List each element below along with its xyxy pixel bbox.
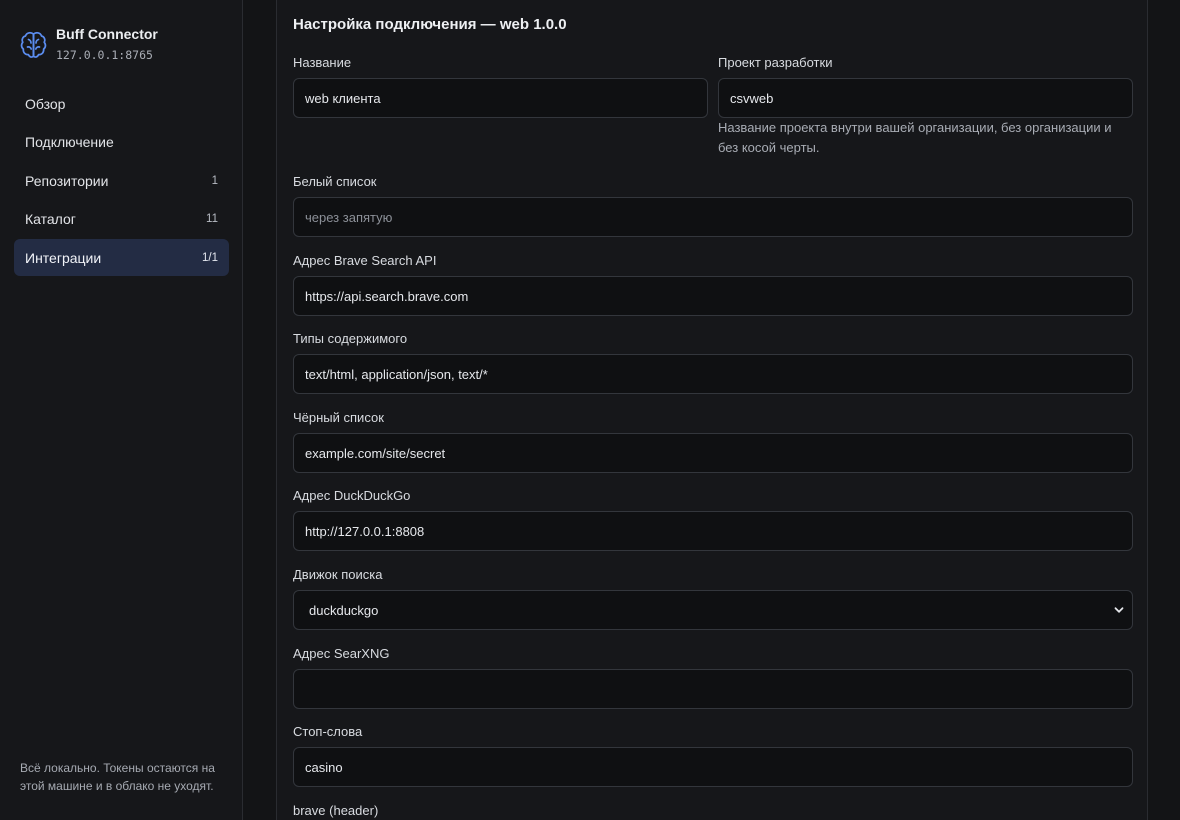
sidebar-item-catalog[interactable]: Каталог 11 bbox=[14, 201, 229, 238]
sidebar-item-label: Репозитории bbox=[25, 172, 109, 189]
app-window: Buff Connector 127.0.0.1:8765 Обзор Подк… bbox=[0, 0, 1180, 820]
ddg-url-label: Адрес DuckDuckGo bbox=[293, 488, 411, 503]
brand: Buff Connector 127.0.0.1:8765 bbox=[20, 26, 158, 62]
sidebar-item-integrations[interactable]: Интеграции 1/1 bbox=[14, 239, 229, 276]
card-title: Настройка подключения — web 1.0.0 bbox=[293, 16, 567, 33]
sidebar-item-count: 1/1 bbox=[202, 251, 218, 264]
stopwords-value: casino bbox=[305, 759, 343, 775]
searxng-url-label: Адрес SearXNG bbox=[293, 646, 390, 661]
whitelist-label: Белый список bbox=[293, 174, 377, 189]
search-engine-select[interactable]: duckduckgo bbox=[293, 590, 1133, 630]
name-input[interactable]: web клиента bbox=[293, 78, 708, 118]
brain-logo-icon bbox=[20, 31, 47, 58]
main-content: Настройка подключения — web 1.0.0 Назван… bbox=[244, 0, 1180, 820]
sidebar-nav: Обзор Подключение Репозитории 1 Каталог … bbox=[14, 85, 229, 278]
blacklist-input[interactable]: example.com/site/secret bbox=[293, 433, 1133, 473]
project-label: Проект разработки bbox=[718, 55, 833, 70]
sidebar-item-repositories[interactable]: Репозитории 1 bbox=[14, 162, 229, 199]
stopwords-label: Стоп-слова bbox=[293, 724, 363, 739]
stopwords-input[interactable]: casino bbox=[293, 747, 1133, 787]
project-input[interactable]: csvweb bbox=[718, 78, 1133, 118]
sidebar-item-count: 1 bbox=[211, 174, 218, 187]
content-types-value: text/html, application/json, text/* bbox=[305, 366, 488, 382]
name-label: Название bbox=[293, 55, 352, 70]
privacy-note: Всё локально. Токены остаются на этой ма… bbox=[20, 761, 215, 793]
brave-url-input[interactable]: https://api.search.brave.com bbox=[293, 276, 1133, 316]
ddg-url-value: http://127.0.0.1:8808 bbox=[305, 523, 425, 539]
name-input-value: web клиента bbox=[305, 90, 381, 106]
sidebar-item-label: Интеграции bbox=[25, 249, 102, 266]
sidebar-item-label: Подключение bbox=[25, 134, 114, 150]
whitelist-input[interactable]: через запятую bbox=[293, 197, 1133, 237]
ddg-url-input[interactable]: http://127.0.0.1:8808 bbox=[293, 511, 1133, 551]
blacklist-label: Чёрный список bbox=[293, 410, 384, 425]
sidebar-item-count: 11 bbox=[206, 213, 218, 225]
brave-url-value: https://api.search.brave.com bbox=[305, 288, 469, 304]
sidebar-item-connection[interactable]: Подключение bbox=[14, 124, 229, 161]
project-hint: Название проекта внутри вашей организаци… bbox=[718, 120, 1112, 155]
blacklist-value: example.com/site/secret bbox=[305, 445, 446, 461]
searxng-url-input[interactable] bbox=[293, 669, 1133, 709]
brave-url-label: Адрес Brave Search API bbox=[293, 253, 437, 268]
sidebar-item-label: Обзор bbox=[25, 95, 66, 112]
content-types-input[interactable]: text/html, application/json, text/* bbox=[293, 354, 1133, 394]
sidebar-item-overview[interactable]: Обзор bbox=[14, 85, 229, 122]
project-input-value: csvweb bbox=[730, 90, 774, 106]
chevron-down-icon bbox=[1114, 607, 1124, 613]
app-name: Buff Connector bbox=[56, 26, 158, 42]
connection-settings-card: Настройка подключения — web 1.0.0 Назван… bbox=[276, 0, 1148, 820]
server-address: 127.0.0.1:8765 bbox=[56, 48, 153, 62]
sidebar-item-label: Каталог bbox=[25, 211, 76, 227]
sidebar: Buff Connector 127.0.0.1:8765 Обзор Подк… bbox=[0, 0, 243, 820]
search-engine-value: duckduckgo bbox=[309, 602, 379, 618]
whitelist-placeholder: через запятую bbox=[305, 209, 393, 225]
brave-header-label: brave (header) bbox=[293, 803, 379, 818]
search-engine-label: Движок поиска bbox=[293, 567, 383, 582]
content-types-label: Типы содержимого bbox=[293, 331, 408, 346]
